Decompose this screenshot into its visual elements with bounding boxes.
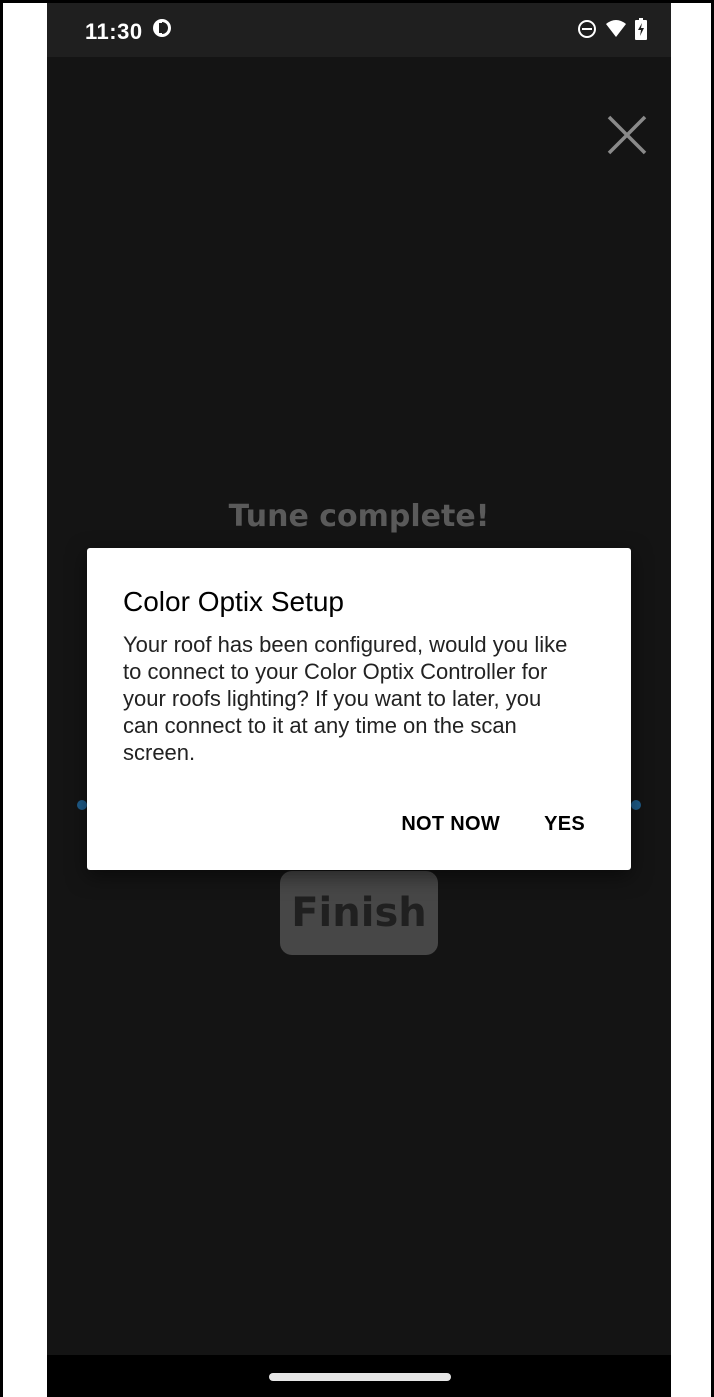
tune-complete-title: Tune complete! (228, 499, 490, 534)
dialog-actions: NOT NOW YES (401, 813, 585, 836)
wifi-icon (605, 19, 627, 39)
phone-screen: 11:30 Tune complete! Finish Color Optix … (47, 3, 671, 1397)
status-icons (577, 18, 647, 40)
progress-dot-right (631, 800, 641, 810)
frame-border-left (0, 0, 3, 1397)
finish-button[interactable]: Finish (280, 871, 438, 955)
navigation-bar (47, 1355, 671, 1397)
close-icon[interactable] (605, 113, 649, 157)
home-handle[interactable] (269, 1373, 451, 1381)
status-time: 11:30 (85, 19, 143, 44)
not-now-button[interactable]: NOT NOW (401, 813, 500, 836)
screenshot-frame: 11:30 Tune complete! Finish Color Optix … (0, 0, 714, 1397)
status-bar: 11:30 (47, 3, 671, 57)
dialog-title: Color Optix Setup (123, 586, 344, 617)
dialog-message: Your roof has been configured, would you… (123, 632, 568, 765)
yes-button[interactable]: YES (544, 813, 585, 836)
circle-half-icon (152, 18, 172, 38)
dnd-icon (577, 19, 597, 39)
color-optix-setup-dialog: Color Optix Setup Your roof has been con… (87, 548, 631, 870)
battery-charging-icon (635, 18, 647, 40)
progress-dot-left (77, 800, 87, 810)
